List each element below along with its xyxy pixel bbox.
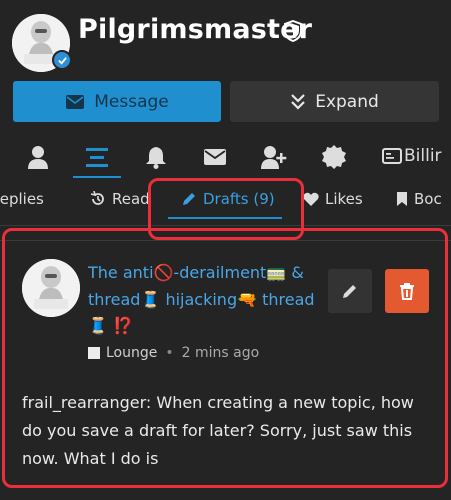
tab-read-label: Read <box>112 190 150 208</box>
message-label: Message <box>94 91 169 112</box>
robot-avatar-image <box>22 259 80 317</box>
shield-icon <box>283 19 303 43</box>
user-icon[interactable] <box>25 144 51 170</box>
meta-separator: • <box>165 345 174 361</box>
draft-title-line-2[interactable]: thread🧵 hijacking🔫 thread <box>88 290 315 310</box>
expand-button[interactable]: Expand <box>230 81 439 122</box>
add-user-icon[interactable] <box>261 144 287 170</box>
icon-nav-active-indicator <box>73 176 121 178</box>
edit-draft-button[interactable] <box>328 269 372 313</box>
profile-header: Pilgrimsmaster <box>0 0 451 80</box>
bell-icon[interactable] <box>143 144 169 170</box>
billing-label: Billir <box>404 146 442 166</box>
bookmark-icon <box>397 192 407 206</box>
message-button[interactable]: Message <box>13 81 221 122</box>
history-icon <box>90 191 104 205</box>
draft-time: 2 mins ago <box>181 345 260 361</box>
tab-bookmarks[interactable]: Boc <box>396 190 442 208</box>
profile-icon-nav: Billir <box>0 138 451 178</box>
tab-read[interactable]: Read <box>90 190 150 208</box>
tab-drafts-label: Drafts (9) <box>203 190 275 208</box>
category-swatch <box>88 347 100 359</box>
tab-likes-label: Likes <box>325 190 363 208</box>
envelope-icon[interactable] <box>202 144 228 170</box>
draft-category[interactable]: Lounge <box>106 345 157 361</box>
billing-icon <box>382 148 402 164</box>
pencil-icon <box>343 285 356 298</box>
menu-icon[interactable] <box>84 144 110 170</box>
tab-active-indicator <box>168 217 282 219</box>
heart-icon <box>303 192 319 206</box>
delete-draft-button[interactable] <box>385 269 429 313</box>
check-badge-icon <box>52 50 72 70</box>
activity-tabs: Replies Read Drafts (9) Likes Boc <box>0 186 451 226</box>
draft-excerpt[interactable]: frail_rearranger: When creating a new to… <box>22 389 432 473</box>
draft-card[interactable]: The anti🚫-derailment🚃 & thread🧵 hijackin… <box>0 240 451 500</box>
tab-replies[interactable]: Replies <box>0 190 44 208</box>
badge-icon[interactable] <box>321 144 347 170</box>
tab-drafts[interactable]: Drafts (9) <box>181 190 275 208</box>
tab-bookmarks-label: Boc <box>414 190 442 208</box>
double-chevron-down-icon <box>291 93 305 110</box>
pencil-icon <box>183 193 195 205</box>
envelope-icon <box>66 94 85 109</box>
billing-link[interactable]: Billir <box>382 146 442 166</box>
profile-username: Pilgrimsmaster <box>78 14 313 45</box>
draft-title-line-1[interactable]: The anti🚫-derailment🚃 & <box>88 263 304 283</box>
trash-icon <box>400 283 414 300</box>
tab-replies-label: Replies <box>0 190 44 208</box>
tab-likes[interactable]: Likes <box>303 190 363 208</box>
draft-author-avatar[interactable] <box>22 259 80 317</box>
draft-title-line-3[interactable]: 🧵 ⁉️ <box>88 316 133 336</box>
expand-label: Expand <box>315 91 379 112</box>
draft-meta: Lounge • 2 mins ago <box>88 345 259 361</box>
